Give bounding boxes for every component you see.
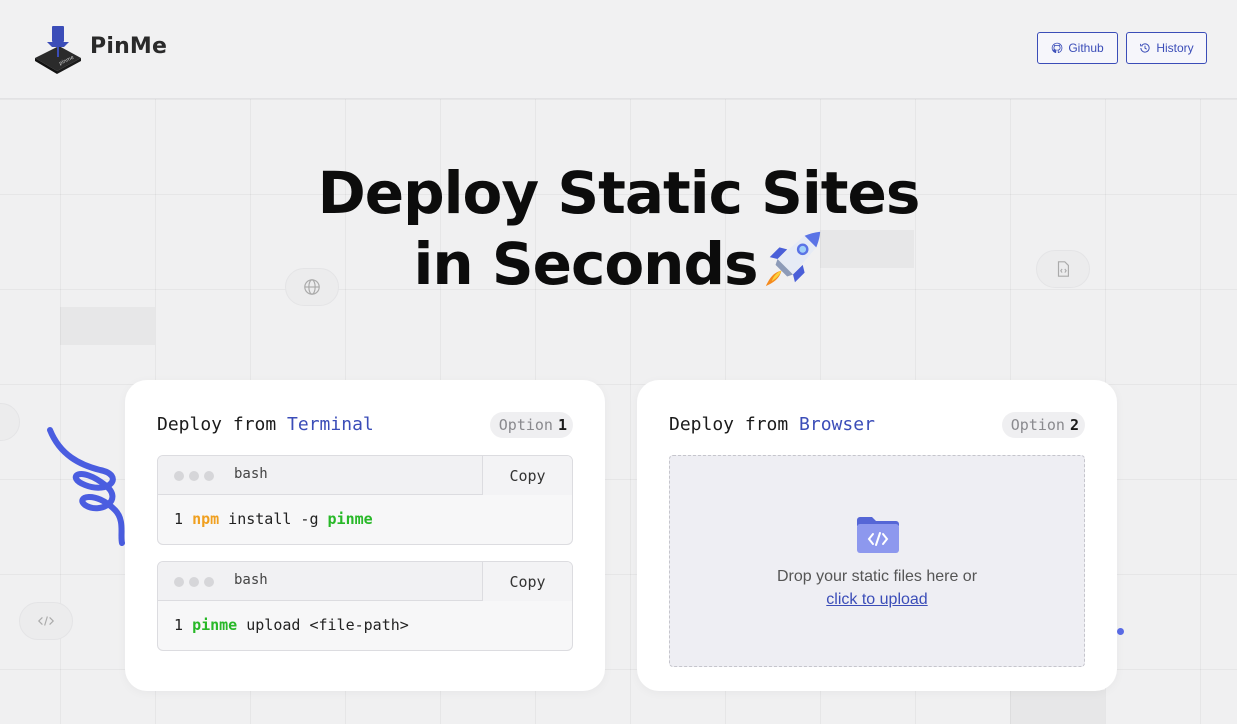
squiggle-decoration [47,427,125,546]
hero-line-2: in Seconds [0,228,1237,299]
code-block-header: bash Copy [158,562,572,601]
grid-highlight-cell [60,307,155,345]
partial-bubble [0,403,20,441]
code-token-pinme: pinme [327,510,373,528]
code-token-npm: npm [192,510,220,528]
option-badge-1: Option 1 [489,412,573,438]
code-block-upload: bash Copy 1 pinme upload <file-path> [157,561,573,651]
browser-card-title-prefix: Deploy from [669,414,800,435]
code-block-header: bash Copy [158,456,572,495]
click-to-upload-link[interactable]: click to upload [670,591,1084,609]
copy-button[interactable]: Copy [482,456,572,495]
terminal-deploy-card: Deploy from Terminal Option 1 bash Copy … [125,380,605,691]
browser-card-title-accent: Browser [799,414,875,435]
code-line: 1 npm install -g pinme [174,510,373,528]
brand-name: PinMe [90,34,168,59]
shell-label: bash [234,572,268,588]
hero-line-2-text: in Seconds [413,230,758,298]
terminal-card-title-prefix: Deploy from [157,414,288,435]
copy-button[interactable]: Copy [482,562,572,601]
window-dots [174,577,214,587]
option-number: 2 [1069,416,1079,434]
code-token-args: upload <file-path> [237,616,409,634]
decorative-dot [1117,628,1124,635]
option-number: 1 [557,416,567,434]
terminal-card-title-accent: Terminal [287,414,374,435]
line-number: 1 [174,616,184,634]
dropzone-text: Drop your static files here or [776,568,978,585]
code-token-pinme: pinme [192,616,238,634]
github-button-label: Github [1068,41,1104,55]
code-folder-icon [857,517,899,553]
code-icon [37,616,55,626]
history-icon [1140,43,1150,53]
browser-deploy-card: Deploy from Browser Option 2 Drop your s… [637,380,1117,691]
code-line: 1 pinme upload <file-path> [174,616,409,634]
rocket-icon [765,231,820,287]
history-button-label: History [1156,41,1194,55]
line-number: 1 [174,510,184,528]
github-button[interactable]: Github [1037,32,1118,64]
history-button[interactable]: History [1126,32,1207,64]
option-badge-2: Option 2 [1001,412,1085,438]
option-label: Option [498,416,553,434]
github-icon [1052,42,1063,54]
hero-title: Deploy Static Sites in Seconds [0,158,1237,299]
terminal-card-title: Deploy from Terminal [157,414,374,435]
grid-highlight-cell [1010,690,1105,724]
shell-label: bash [234,466,268,482]
code-bubble [19,602,73,640]
top-header: pinme PinMe Github History [0,0,1237,99]
pinme-logo-icon: pinme [35,26,81,74]
code-token-args: install -g [219,510,328,528]
hero-line-1: Deploy Static Sites [317,159,921,227]
browser-card-title: Deploy from Browser [669,414,875,435]
option-label: Option [1010,416,1065,434]
code-block-install: bash Copy 1 npm install -g pinme [157,455,573,545]
window-dots [174,471,214,481]
file-dropzone[interactable]: Drop your static files here or click to … [669,455,1085,667]
